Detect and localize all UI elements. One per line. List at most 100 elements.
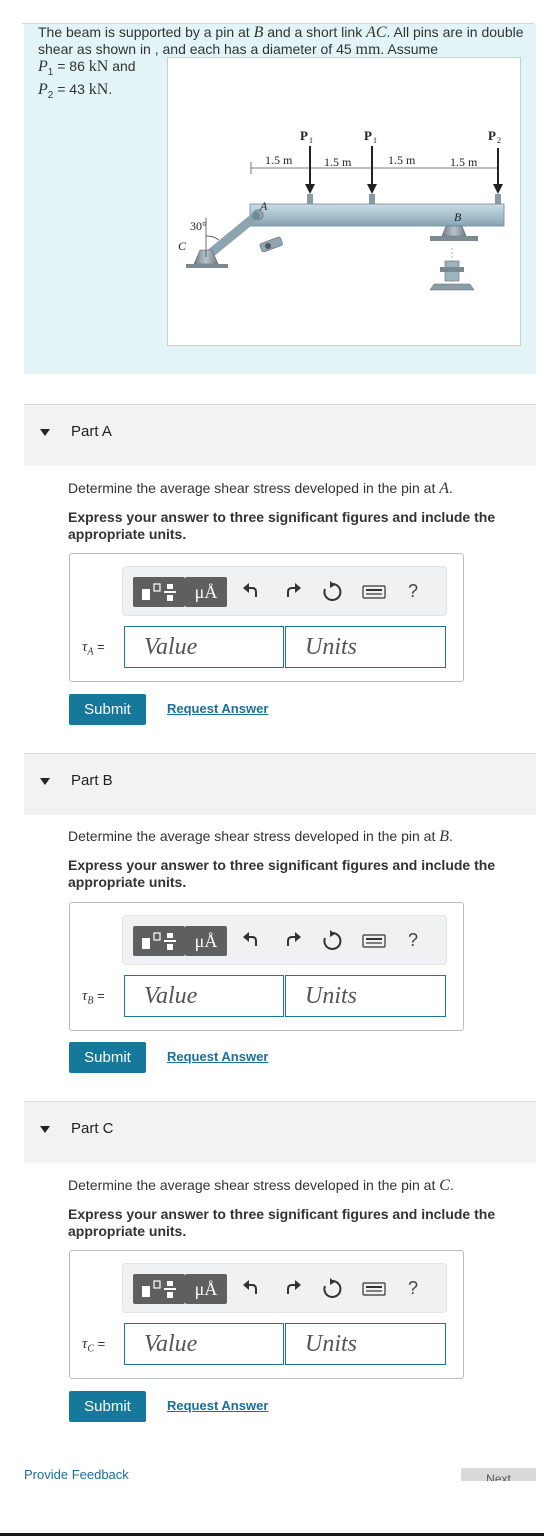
undo-icon[interactable]	[238, 1276, 264, 1302]
math-toolbar: μÅ ?	[122, 566, 447, 616]
p2-line: P2 = 43 kN.	[38, 80, 112, 101]
part-c-question: Determine the average shear stress devel…	[68, 1177, 528, 1194]
part-b-request-answer-link[interactable]: Request Answer	[167, 1049, 268, 1064]
pin-detail-a	[259, 236, 283, 253]
beam-figure: 1.5 m 1.5 m 1.5 m 1.5 m P 1 P 1 P 2 30° …	[167, 57, 521, 346]
units-input[interactable]: Units	[285, 975, 446, 1017]
part-b-title: Part B	[71, 772, 113, 789]
help-icon[interactable]: ?	[408, 930, 418, 951]
tau-c-label: τC =	[82, 1336, 105, 1355]
link-ac	[201, 211, 261, 262]
load-p1-right: P 1	[364, 128, 377, 194]
keyboard-icon[interactable]	[361, 1276, 387, 1302]
problem-statement: The beam is supported by a pin at B and …	[24, 24, 536, 374]
question-var: B	[439, 828, 449, 845]
question-end: .	[449, 828, 453, 844]
part-b-question: Determine the average shear stress devel…	[68, 828, 528, 845]
tau-a-label: τA =	[82, 639, 105, 658]
symbols-button[interactable]: μÅ	[185, 1274, 227, 1304]
redo-icon[interactable]	[280, 1276, 306, 1302]
p2-eq: = 43	[53, 80, 89, 97]
templates-button[interactable]	[133, 1274, 185, 1304]
keyboard-icon[interactable]	[361, 928, 387, 954]
part-a-question: Determine the average shear stress devel…	[68, 480, 528, 497]
undo-icon[interactable]	[238, 928, 264, 954]
provide-feedback-link[interactable]: Provide Feedback	[24, 1467, 129, 1480]
load-p2: P 2	[488, 128, 503, 194]
symbols-button[interactable]: μÅ	[185, 926, 227, 956]
var-ac: AC	[366, 24, 387, 41]
templates-icon	[142, 1280, 176, 1298]
unit-mm: mm	[355, 41, 381, 58]
svg-text:P: P	[364, 128, 372, 143]
redo-icon[interactable]	[280, 928, 306, 954]
question-end: .	[449, 1177, 454, 1193]
beam-diagram: 1.5 m 1.5 m 1.5 m 1.5 m P 1 P 1 P 2 30° …	[178, 128, 505, 291]
reset-icon[interactable]	[319, 579, 345, 605]
part-b-answer-box: μÅ ? τB = Value Units	[69, 902, 464, 1031]
angle-label: 30°	[190, 219, 207, 233]
tau-eq: =	[93, 988, 105, 1003]
question-var: C	[439, 1177, 450, 1194]
svg-text:P: P	[488, 128, 496, 143]
math-toolbar: μÅ ?	[122, 1263, 447, 1313]
reset-icon[interactable]	[319, 1276, 345, 1302]
svg-text:1: 1	[373, 136, 377, 145]
tau-b-label: τB =	[82, 988, 105, 1007]
label-b: B	[454, 210, 462, 224]
part-c-request-answer-link[interactable]: Request Answer	[167, 1398, 268, 1413]
units-input[interactable]: Units	[285, 626, 446, 668]
keyboard-icon[interactable]	[361, 579, 387, 605]
collapse-triangle-icon[interactable]	[40, 1126, 50, 1133]
dim-3: 1.5 m	[388, 153, 416, 167]
part-a-answer-box: μÅ ? τA = Value Units	[69, 553, 464, 682]
part-b-instruction: Express your answer to three significant…	[68, 857, 496, 890]
templates-button[interactable]	[133, 577, 185, 607]
part-a-submit-button[interactable]: Submit	[69, 694, 146, 725]
p1-and: and	[108, 58, 136, 74]
p1-line: P1 = 86 kN and	[38, 58, 136, 78]
problem-text-1: The beam is supported by a pin at	[38, 24, 254, 40]
footer-cover	[0, 1481, 544, 1533]
templates-icon	[142, 932, 176, 950]
problem-text-2: and a short link	[263, 24, 367, 40]
part-c-header[interactable]: Part C	[24, 1101, 536, 1163]
part-c-answer-box: μÅ ? τC = Value Units	[69, 1250, 464, 1379]
question-text: Determine the average shear stress devel…	[68, 1177, 440, 1193]
label-a: A	[259, 199, 268, 213]
value-input[interactable]: Value	[124, 1323, 284, 1365]
part-b-submit-button[interactable]: Submit	[69, 1042, 146, 1073]
svg-text:1: 1	[309, 136, 313, 145]
part-c-instruction: Express your answer to three significant…	[68, 1206, 496, 1239]
p2-unit: kN	[88, 80, 109, 98]
p1-unit: kN	[88, 58, 109, 75]
value-input[interactable]: Value	[124, 626, 284, 668]
help-icon[interactable]: ?	[408, 1278, 418, 1299]
help-icon[interactable]: ?	[408, 581, 418, 602]
problem-text-4: . Assume	[380, 41, 439, 57]
label-c: C	[178, 239, 187, 253]
part-b-header[interactable]: Part B	[24, 753, 536, 815]
tau-eq: =	[94, 1336, 106, 1351]
templates-icon	[142, 583, 176, 601]
next-button[interactable]: Next	[461, 1468, 536, 1481]
part-c-submit-button[interactable]: Submit	[69, 1391, 146, 1422]
value-input[interactable]: Value	[124, 975, 284, 1017]
collapse-triangle-icon[interactable]	[40, 429, 50, 436]
collapse-triangle-icon[interactable]	[40, 778, 50, 785]
p2-symbol: P	[38, 80, 48, 98]
beam	[249, 203, 505, 227]
question-end: .	[449, 480, 453, 496]
templates-button[interactable]	[133, 926, 185, 956]
units-input[interactable]: Units	[285, 1323, 446, 1365]
part-a-header[interactable]: Part A	[24, 404, 536, 466]
var-b: B	[253, 24, 264, 41]
reset-icon[interactable]	[319, 928, 345, 954]
undo-icon[interactable]	[238, 579, 264, 605]
load-p1-left: P 1	[300, 128, 315, 194]
part-a-request-answer-link[interactable]: Request Answer	[167, 701, 268, 716]
svg-text:P: P	[300, 128, 308, 143]
symbols-button[interactable]: μÅ	[185, 577, 227, 607]
question-text: Determine the average shear stress devel…	[68, 828, 440, 844]
redo-icon[interactable]	[280, 579, 306, 605]
